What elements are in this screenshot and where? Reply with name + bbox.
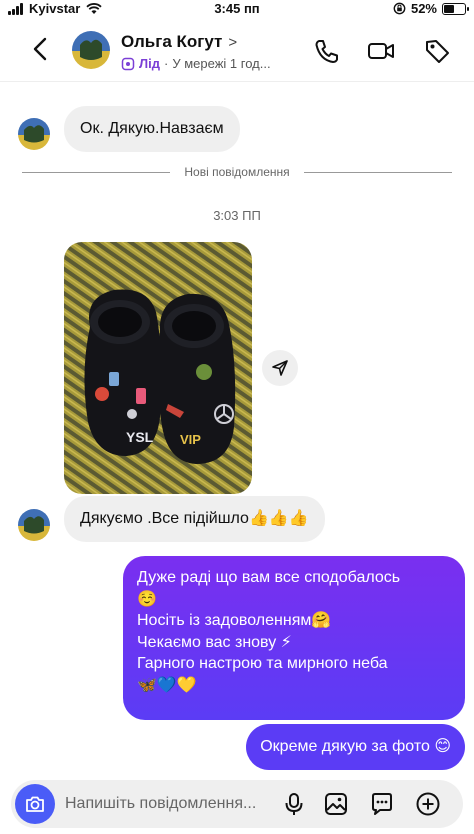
- outgoing-message[interactable]: Окреме дякую за фото 😊: [246, 724, 465, 770]
- timestamp: 3:03 ПП: [213, 208, 261, 223]
- status-bar: Kyivstar 3:45 пп 52%: [0, 0, 474, 18]
- share-button[interactable]: [262, 350, 298, 386]
- video-icon[interactable]: [366, 36, 396, 66]
- gallery-icon[interactable]: [323, 791, 349, 817]
- avatar[interactable]: [18, 118, 50, 150]
- chat-header: Ольга Когут > Лід · У мережі 1 год...: [0, 20, 474, 82]
- camera-button[interactable]: [15, 784, 55, 824]
- avatar[interactable]: [72, 31, 110, 69]
- incoming-message[interactable]: Ок. Дякую.Навзаєм: [64, 106, 240, 152]
- mic-icon[interactable]: [281, 791, 307, 817]
- phone-icon[interactable]: [312, 36, 342, 66]
- contact-name: Ольга Когут: [121, 32, 223, 51]
- message-line: ☺️: [137, 590, 157, 608]
- message-line: 🦋💙💛: [137, 676, 197, 694]
- battery-icon: [442, 2, 469, 15]
- orientation-lock-icon: [393, 2, 406, 15]
- contact-name-row[interactable]: Ольга Когут >: [121, 32, 237, 52]
- presence-status: У мережі 1 год...: [172, 56, 271, 71]
- divider-label: Нові повідомлення: [184, 165, 290, 179]
- message-line: Гарного настрою та мирного неба: [137, 655, 388, 672]
- avatar[interactable]: [18, 509, 50, 541]
- battery-percent: 52%: [410, 1, 437, 16]
- outgoing-message[interactable]: Дуже раді що вам все сподобалось ☺️ Носі…: [123, 556, 465, 720]
- separator: ·: [164, 56, 169, 71]
- message-composer: Напишіть повідомлення...: [11, 780, 463, 828]
- lead-label: Лід: [139, 56, 160, 71]
- svg-text:VIP: VIP: [180, 432, 201, 447]
- new-messages-divider: Нові повідомлення: [22, 164, 452, 180]
- message-line: Дуже раді що вам все сподобалось: [137, 569, 401, 586]
- incoming-message[interactable]: Дякуємо .Все підійшло👍👍👍: [64, 496, 325, 542]
- tag-icon[interactable]: [422, 36, 452, 66]
- message-line: Носіть із задоволенням🤗: [137, 612, 332, 629]
- lead-icon: [121, 57, 135, 70]
- svg-text:YSL: YSL: [126, 429, 154, 445]
- message-line: Чекаємо вас знову ⚡: [137, 633, 292, 651]
- share-icon: [272, 360, 288, 376]
- plus-icon[interactable]: [415, 791, 441, 817]
- back-icon[interactable]: [26, 34, 56, 64]
- message-input[interactable]: Напишіть повідомлення...: [65, 780, 256, 828]
- camera-icon: [26, 796, 44, 812]
- sticker-icon[interactable]: [369, 791, 395, 817]
- photo-message[interactable]: YSL VIP: [64, 242, 252, 494]
- contact-subtitle: Лід · У мережі 1 год...: [121, 56, 271, 71]
- chevron-right-icon: >: [228, 33, 238, 51]
